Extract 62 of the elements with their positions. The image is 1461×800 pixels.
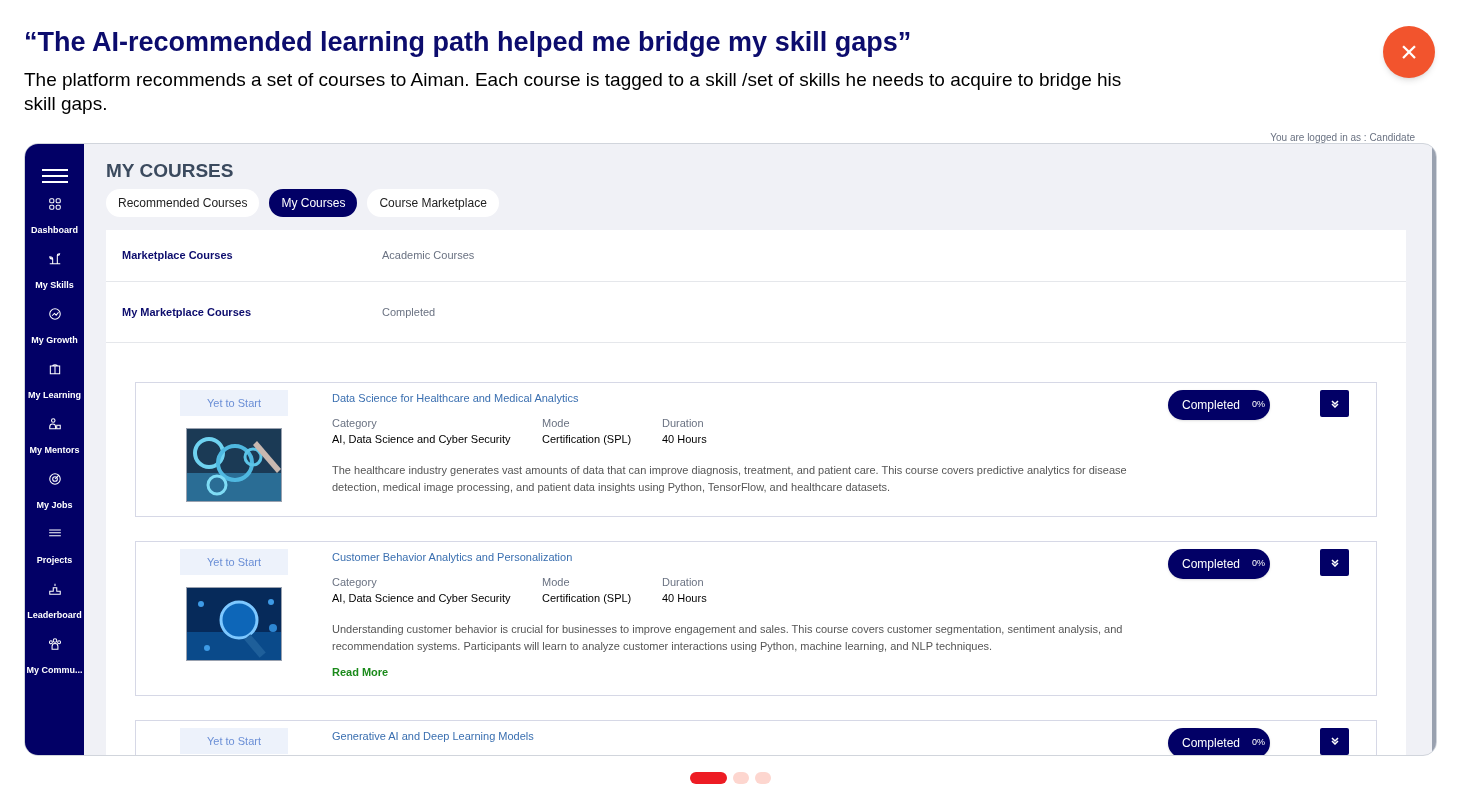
course-title[interactable]: Generative AI and Deep Learning Models	[332, 727, 1161, 744]
sidebar-item[interactable]: My Growth	[25, 303, 84, 358]
chevron-icon	[1330, 399, 1339, 408]
chart-icon	[47, 307, 62, 321]
expand-button[interactable]	[1320, 549, 1349, 576]
field-label: Duration	[662, 416, 705, 431]
course-description: Understanding customer behavior is crucial for businesses to improve engagement and sales. This course covers customer segmentation, sentiment analysis, and recommendation systems. Participants will learn to analyze customer interactions using Python, machine learning, and NLP techniques.	[332, 622, 1124, 654]
chevron-icon	[1330, 737, 1339, 745]
sidebar-item[interactable]: My Mentors	[25, 413, 84, 468]
course-title[interactable]: Customer Behavior Analytics and Personalization	[332, 549, 1161, 565]
target-icon	[47, 472, 62, 486]
chevron-icon	[1330, 558, 1339, 567]
grid-icon	[47, 197, 62, 211]
sidebar-item[interactable]: Dashboard	[25, 193, 84, 248]
tab[interactable]: Recommended Courses	[106, 189, 260, 217]
login-note: You are logged in as : Candidate	[1270, 133, 1415, 143]
podium-icon	[47, 582, 62, 596]
status-label: Yet to Start	[180, 390, 288, 416]
badge-text: Completed	[1182, 734, 1241, 752]
course-description: The healthcare industry generates vast amounts of data that can improve diagnosis, treatment, and patient care. This course covers predictive analytics for disease detection, medical image processing, and patient data insights using Python, TensorFlow, and healthcare datasets.	[332, 463, 1128, 495]
description: The platform recommends a set of courses to Aiman. Each course is tagged to a skill /set of skills he needs to acquire to bridge his skill gaps.	[24, 68, 1123, 116]
sidebar-item[interactable]: My Learning	[25, 358, 84, 413]
filter-label: Marketplace Courses	[122, 248, 234, 264]
field-value: Certification (SPL)	[542, 432, 633, 447]
percent-text: 0%	[1252, 557, 1266, 571]
status-label: Yet to Start	[180, 549, 288, 575]
expand-button[interactable]	[1320, 390, 1349, 417]
field-value: 40 Hours	[662, 591, 708, 606]
field-value: 40 Hours	[662, 432, 708, 447]
field-label: Mode	[542, 416, 571, 431]
tab[interactable]: Course Marketplace	[367, 189, 499, 217]
filter-value[interactable]: Academic Courses	[382, 247, 475, 264]
filter-label: My Marketplace Courses	[122, 304, 252, 320]
field-label: Category	[332, 416, 378, 431]
badge-text: Completed	[1182, 397, 1241, 414]
read-more-link[interactable]: Read More	[332, 664, 1161, 681]
plant-icon	[47, 252, 62, 266]
group-icon	[47, 637, 62, 651]
field-label: Category	[332, 575, 378, 590]
sidebar-item[interactable]: Leaderboard	[25, 578, 84, 633]
field-value: AI, Data Science and Cyber Security	[332, 432, 512, 447]
sidebar-item[interactable]: My Jobs	[25, 468, 84, 523]
sidebar-item[interactable]: Projects	[25, 523, 84, 578]
heading: “The AI-recommended learning path helped me bridge my skill gaps”	[24, 26, 913, 59]
status-label: Yet to Start	[180, 727, 288, 754]
sidebar-item[interactable]: My Skills	[25, 248, 84, 303]
badge-text: Completed	[1182, 556, 1241, 573]
field-value: AI, Data Science and Cyber Security	[332, 591, 512, 606]
sidebar-item[interactable]: My Commu...	[25, 633, 84, 688]
book-icon	[47, 362, 62, 376]
tab[interactable]: My Courses	[269, 189, 358, 217]
expand-button[interactable]	[1320, 727, 1349, 755]
filter-value[interactable]: Completed	[382, 303, 436, 321]
field-label: Mode	[542, 575, 571, 590]
menu-icon[interactable]	[41, 169, 68, 183]
percent-text: 0%	[1252, 398, 1266, 412]
people-icon	[47, 417, 62, 431]
course-title[interactable]: Data Science for Healthcare and Medical Analytics	[332, 390, 1161, 406]
field-value: Certification (SPL)	[542, 591, 633, 606]
page-title: MY COURSES	[106, 159, 235, 183]
field-label: Duration	[662, 575, 705, 590]
percent-text: 0%	[1252, 735, 1266, 749]
